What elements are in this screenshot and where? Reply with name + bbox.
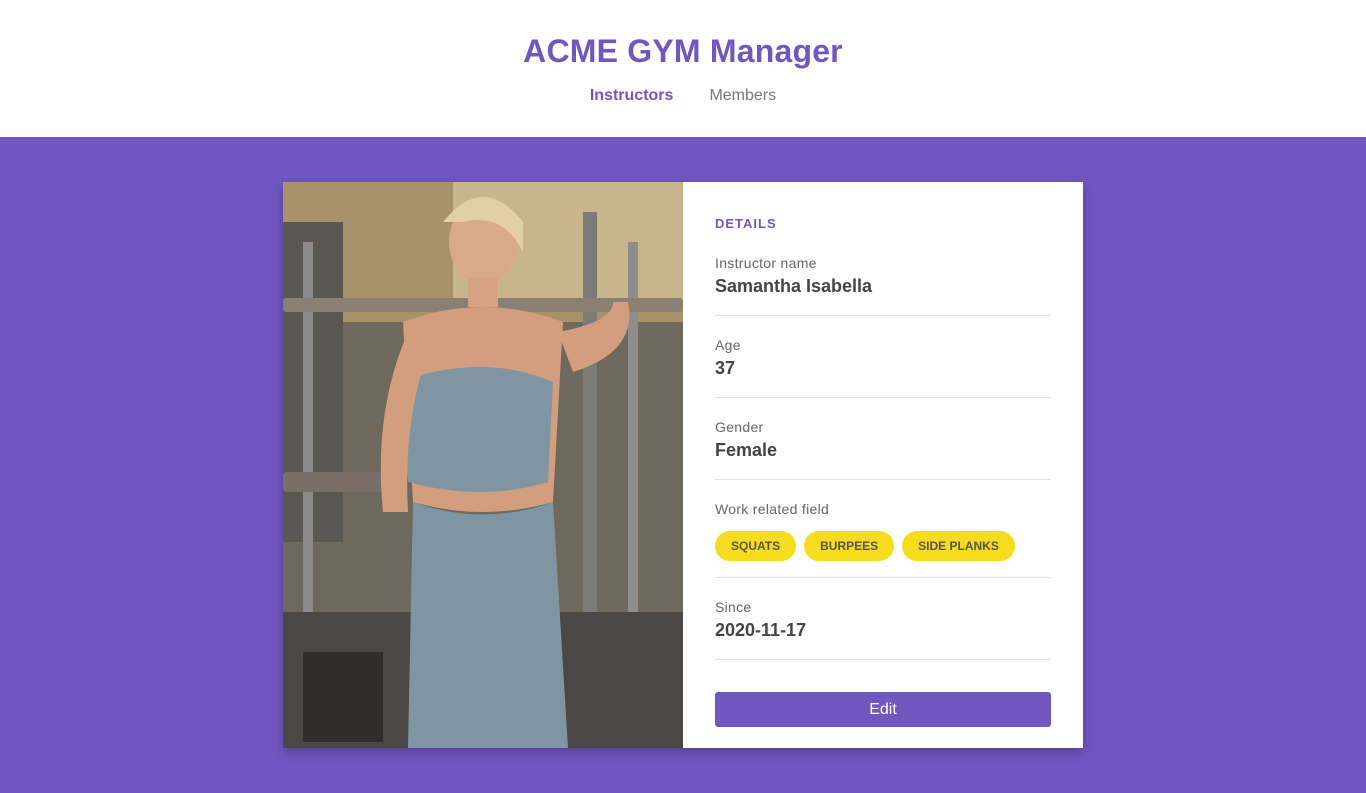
field-label: Age [715,337,741,353]
nav-link-members[interactable]: Members [709,87,776,105]
main-nav: Instructors Members [0,87,1366,105]
field-label: Instructor name [715,255,817,271]
instructor-photo-illustration [283,182,683,748]
field-gender: Gender Female [715,398,1051,480]
field-label: Work related field [715,501,830,517]
service-tag-squats: SQUATS [715,531,797,561]
edit-button[interactable]: Edit [715,692,1051,727]
service-tag-side-planks: SIDE PLANKS [902,531,1015,561]
instructor-photo [283,182,683,748]
service-tags: SQUATS BURPEES SIDE PLANKS [715,531,1051,561]
age-value: 37 [715,358,736,378]
field-label: Gender [715,419,764,435]
field-instructor-name: Instructor name Samantha Isabella [715,234,1051,316]
page-header: ACME GYM Manager Instructors Members [0,0,1366,137]
field-since: Since 2020-11-17 [715,578,1051,660]
gender-value: Female [715,440,778,460]
service-tag-burpees: BURPEES [804,531,895,561]
instructor-name-value: Samantha Isabella [715,276,873,296]
field-age: Age 37 [715,316,1051,398]
app-title: ACME GYM Manager [523,33,843,69]
details-panel: DETAILS Instructor name Samantha Isabell… [683,182,1083,748]
since-value: 2020-11-17 [715,620,807,640]
field-work-related: Work related field SQUATS BURPEES SIDE P… [715,480,1051,578]
field-label: Since [715,599,752,615]
nav-link-instructors[interactable]: Instructors [590,87,674,105]
instructor-card: DETAILS Instructor name Samantha Isabell… [283,182,1083,748]
details-heading: DETAILS [715,216,777,231]
